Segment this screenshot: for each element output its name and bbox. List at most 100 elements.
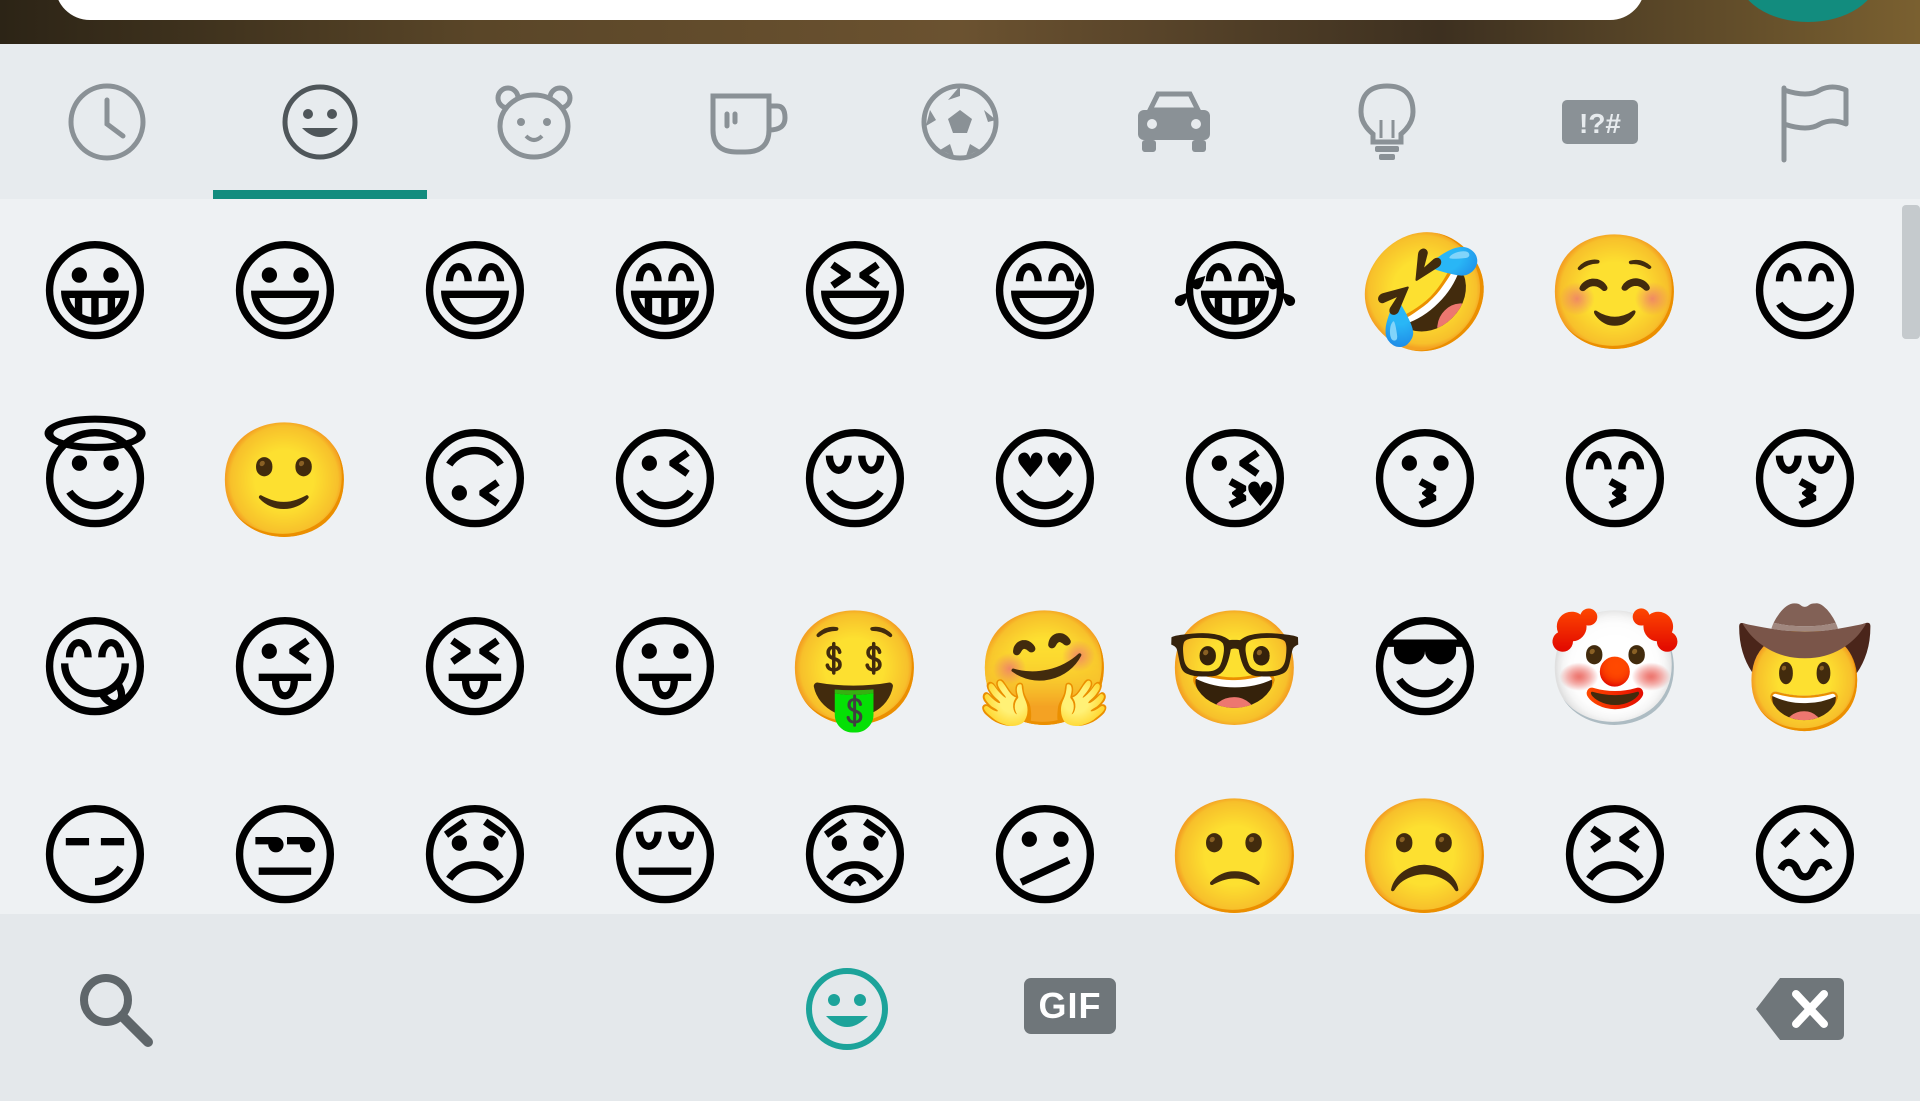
emoji-glyph: 🙃: [416, 416, 534, 546]
emoji-glyph: ☺️: [1545, 228, 1685, 358]
emoji-bottom-bar: GIF: [0, 914, 1920, 1101]
emoji-cell[interactable]: 😁: [570, 199, 760, 387]
emoji-cell[interactable]: 😚: [1710, 387, 1900, 575]
emoji-cell[interactable]: 🤠: [1710, 575, 1900, 763]
emoji-cell[interactable]: 😟: [760, 763, 950, 914]
emoji-glyph: 🙂: [215, 416, 355, 546]
emoji-cell[interactable]: 😄: [380, 199, 570, 387]
emoji-glyph: 😉: [606, 416, 724, 546]
emoji-glyph: 😀: [36, 228, 154, 358]
emoji-cell[interactable]: 😌: [760, 387, 950, 575]
emoji-cell[interactable]: ☺️: [1520, 199, 1710, 387]
backspace-button[interactable]: [1754, 974, 1846, 1044]
emoji-glyph: 😚: [1746, 416, 1864, 546]
tab-food[interactable]: [640, 44, 853, 199]
emoji-cell[interactable]: 😎: [1330, 575, 1520, 763]
emoji-glyph: 😊: [1746, 228, 1864, 358]
emoji-cell[interactable]: 😝: [380, 575, 570, 763]
tab-travel[interactable]: [1067, 44, 1280, 199]
bear-icon: [495, 85, 572, 159]
clock-icon: [68, 83, 145, 160]
gif-button[interactable]: GIF: [1024, 978, 1116, 1034]
emoji-cell[interactable]: 😂: [1140, 199, 1330, 387]
emoji-glyph: 😅: [986, 228, 1104, 358]
emoji-glyph: 😞: [416, 792, 534, 914]
emoji-glyph: 🙁: [1165, 792, 1305, 914]
emoji-cell[interactable]: 😙: [1520, 387, 1710, 575]
emoji-cell[interactable]: 😔: [570, 763, 760, 914]
emoji-glyph: 🤣: [1355, 228, 1495, 358]
emoji-cell[interactable]: 🤗: [950, 575, 1140, 763]
emoji-glyph: 😖: [1746, 792, 1864, 914]
search-button[interactable]: [70, 964, 160, 1054]
tab-smileys[interactable]: [213, 44, 426, 199]
emoji-glyph: 🤗: [975, 604, 1115, 734]
emoji-cell[interactable]: 😞: [380, 763, 570, 914]
tab-activities[interactable]: [853, 44, 1066, 199]
emoji-cell[interactable]: 😋: [0, 575, 190, 763]
emoji-cell[interactable]: ☹️: [1330, 763, 1520, 914]
chat-background-strip: [0, 0, 1920, 44]
soccer-ball-icon: [921, 83, 998, 160]
emoji-cell[interactable]: 😕: [950, 763, 1140, 914]
backspace-icon: [1756, 978, 1844, 1040]
emoji-glyph: 😕: [986, 792, 1104, 914]
emoji-glyph: 😟: [796, 792, 914, 914]
emoji-cell[interactable]: 🤓: [1140, 575, 1330, 763]
emoji-cell[interactable]: 😆: [760, 199, 950, 387]
emoji-cell[interactable]: 😅: [950, 199, 1140, 387]
emoji-grid-area: 😀 😃 😄 😁 😆 😅 😂 🤣 ☺️ 😊 😇 🙂 🙃 😉 😌 😍 😘 😗 😙 😚 😋 😜 😝 😛 🤑 🤗 🤓 😎 🤡 🤠 😏 😒 😞 😔 😟 😕 🙁 ☹️…: [0, 199, 1920, 914]
emoji-cell[interactable]: 😀: [0, 199, 190, 387]
emoji-glyph: 😝: [416, 604, 534, 734]
tab-symbols[interactable]: !?#: [1493, 44, 1706, 199]
emoji-glyph: 😒: [226, 792, 344, 914]
cup-icon: [710, 93, 788, 154]
emoji-cell[interactable]: 😏: [0, 763, 190, 914]
search-icon: [80, 974, 153, 1047]
emoji-glyph: 😌: [796, 416, 914, 546]
emoji-cell[interactable]: 🤣: [1330, 199, 1520, 387]
tab-flags[interactable]: [1707, 44, 1920, 199]
tab-objects[interactable]: [1280, 44, 1493, 199]
symbols-icon: !?#: [1561, 99, 1638, 144]
emoji-glyph: 😇: [36, 416, 154, 546]
tab-animals[interactable]: [427, 44, 640, 199]
emoji-cell[interactable]: 🙂: [190, 387, 380, 575]
message-input[interactable]: [55, 0, 1645, 20]
emoji-cell[interactable]: 🙁: [1140, 763, 1330, 914]
emoji-glyph: 😏: [36, 792, 154, 914]
selected-tab-indicator: [213, 190, 427, 199]
scrollbar[interactable]: [1902, 205, 1920, 339]
symbols-label: !?#: [1579, 108, 1621, 139]
emoji-glyph: 🤓: [1165, 604, 1305, 734]
emoji-cell[interactable]: 😖: [1710, 763, 1900, 914]
emoji-cell[interactable]: 😣: [1520, 763, 1710, 914]
emoji-glyph: 😁: [606, 228, 724, 358]
tab-recent[interactable]: [0, 44, 213, 199]
emoji-cell[interactable]: 😘: [1140, 387, 1330, 575]
emoji-cell[interactable]: 😇: [0, 387, 190, 575]
emoji-glyph: 😆: [796, 228, 914, 358]
emoji-cell[interactable]: 😃: [190, 199, 380, 387]
emoji-cell[interactable]: 😒: [190, 763, 380, 914]
car-icon: [1137, 91, 1210, 152]
emoji-cell[interactable]: 😜: [190, 575, 380, 763]
smiley-icon: [806, 968, 888, 1050]
emoji-glyph: 😣: [1556, 792, 1674, 914]
flag-icon: [1781, 84, 1848, 162]
emoji-glyph: 😃: [226, 228, 344, 358]
emoji-cell[interactable]: 😊: [1710, 199, 1900, 387]
emoji-cell[interactable]: 🙃: [380, 387, 570, 575]
emoji-cell[interactable]: 😛: [570, 575, 760, 763]
emoji-cell[interactable]: 🤑: [760, 575, 950, 763]
emoji-glyph: 🤠: [1735, 604, 1875, 734]
emoji-cell[interactable]: 😉: [570, 387, 760, 575]
emoji-glyph: 😄: [416, 228, 534, 358]
emoji-glyph: 😂: [1169, 228, 1301, 358]
emoji-mode-button[interactable]: [802, 964, 892, 1054]
emoji-cell[interactable]: 😗: [1330, 387, 1520, 575]
lightbulb-icon: [1357, 82, 1416, 160]
emoji-cell[interactable]: 🤡: [1520, 575, 1710, 763]
send-button[interactable]: [1738, 0, 1878, 22]
emoji-cell[interactable]: 😍: [950, 387, 1140, 575]
